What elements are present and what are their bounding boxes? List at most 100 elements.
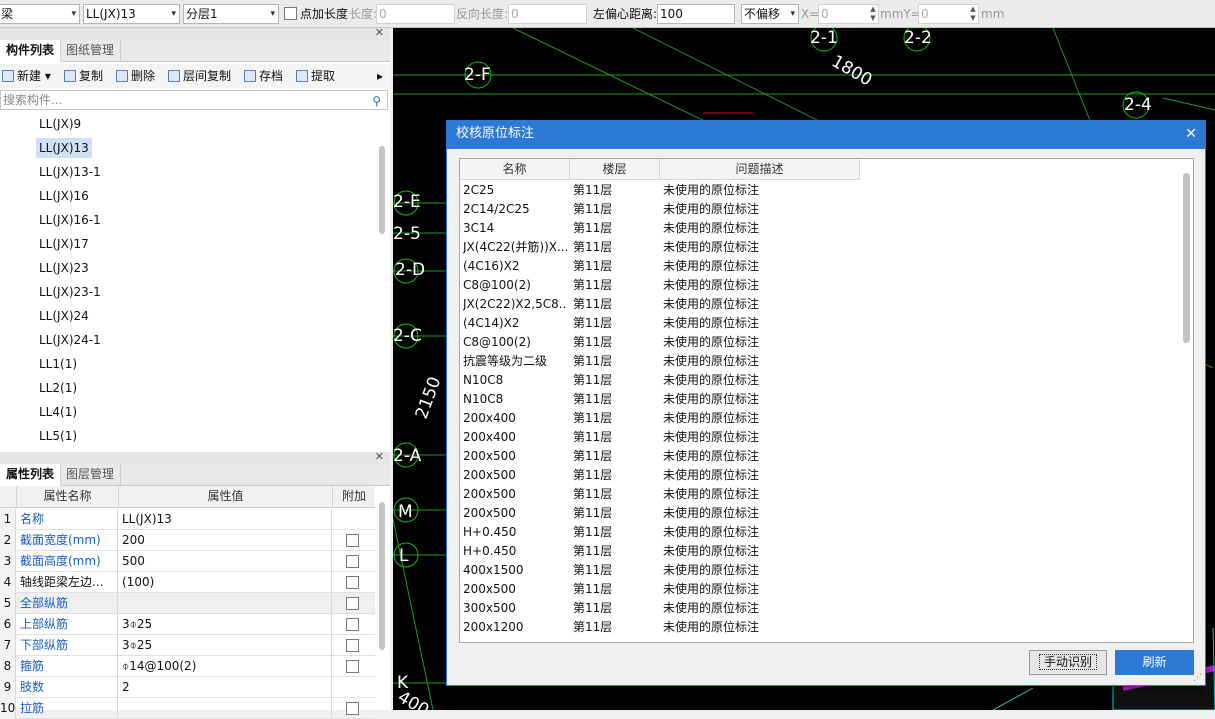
dialog-title-bar[interactable]: 校核原位标注 ✕ — [447, 121, 1205, 149]
issue-row[interactable]: JX(2C22)X2,5C8... 第11层 未使用的原位标注 — [460, 295, 1180, 314]
issue-row[interactable]: 抗震等级为二级 第11层 未使用的原位标注 — [460, 352, 1180, 371]
property-row[interactable]: 3 截面高度(mm) 500 — [0, 551, 375, 572]
issue-list-scrollbar[interactable] — [1183, 173, 1190, 343]
property-row[interactable]: 1 名称 LL(JX)13 — [0, 509, 375, 530]
component-list-item[interactable]: LL(JX)13-1 — [36, 162, 104, 182]
issue-row[interactable]: N10C8 第11层 未使用的原位标注 — [460, 390, 1180, 409]
component-list-item[interactable]: LL(JX)16 — [36, 186, 92, 206]
component-combo[interactable]: LL(JX)13 ▾ — [83, 4, 180, 24]
copy-button[interactable]: 复制 — [64, 68, 103, 84]
issue-row[interactable]: H+0.450 第11层 未使用的原位标注 — [460, 523, 1180, 542]
extra-checkbox[interactable] — [346, 576, 359, 589]
property-value[interactable] — [119, 698, 332, 719]
property-value[interactable] — [119, 593, 332, 614]
property-value[interactable]: 2 — [119, 677, 332, 698]
issue-row[interactable]: 200x500 第11层 未使用的原位标注 — [460, 447, 1180, 466]
issue-row[interactable]: 200x400 第11层 未使用的原位标注 — [460, 428, 1180, 447]
property-row[interactable]: 8 箍筋 ⌽14@100(2) — [0, 656, 375, 677]
column-header-description[interactable]: 问题描述 — [660, 159, 860, 180]
issue-row[interactable]: (4C16)X2 第11层 未使用的原位标注 — [460, 257, 1180, 276]
component-list-item[interactable]: LL(JX)16-1 — [36, 210, 104, 230]
extract-button[interactable]: 提取 — [296, 68, 335, 84]
new-button[interactable]: 新建 ▾ — [2, 68, 51, 84]
component-search-input[interactable]: 搜索构件... ⚲ — [0, 90, 388, 110]
property-row[interactable]: 7 下部纵筋 3⌽25 — [0, 635, 375, 656]
component-list-item[interactable]: LL(JX)9 — [36, 114, 84, 134]
search-icon[interactable]: ⚲ — [372, 92, 381, 110]
spin-arrows-icon[interactable]: ▲ ▼ — [868, 5, 878, 23]
left-offset-input[interactable]: 100 — [657, 4, 735, 24]
extra-checkbox[interactable] — [346, 660, 359, 673]
property-row[interactable]: 9 肢数 2 — [0, 677, 375, 698]
extra-checkbox[interactable] — [346, 597, 359, 610]
issue-row[interactable]: 200x500 第11层 未使用的原位标注 — [460, 504, 1180, 523]
issue-row[interactable]: (4C14)X2 第11层 未使用的原位标注 — [460, 314, 1180, 333]
property-value[interactable]: LL(JX)13 — [119, 509, 332, 530]
x-input[interactable]: 0 ▲ ▼ — [818, 4, 879, 24]
issue-row[interactable]: 400x1500 第11层 未使用的原位标注 — [460, 561, 1180, 580]
property-value[interactable]: 200 — [119, 530, 332, 551]
issue-row[interactable]: 200x500 第11层 未使用的原位标注 — [460, 466, 1180, 485]
issue-row[interactable]: 200x500 第11层 未使用的原位标注 — [460, 485, 1180, 504]
column-header-floor[interactable]: 楼层 — [570, 159, 660, 180]
component-list-scrollbar[interactable] — [379, 146, 385, 234]
component-list-item[interactable]: LL(JX)17 — [36, 234, 92, 254]
component-list-item[interactable]: LL1(1) — [36, 354, 80, 374]
issue-row[interactable]: 3C14 第11层 未使用的原位标注 — [460, 219, 1180, 238]
length-input[interactable]: 0 — [376, 4, 455, 24]
extra-checkbox[interactable] — [346, 534, 359, 547]
issue-row[interactable]: JX(4C22(并筋))X... 第11层 未使用的原位标注 — [460, 238, 1180, 257]
issue-row[interactable]: 200x1200 第11层 未使用的原位标注 — [460, 618, 1180, 637]
manual-identify-button[interactable]: 手动识别 — [1029, 650, 1107, 675]
close-icon[interactable]: ✕ — [1185, 126, 1197, 142]
issue-row[interactable]: C8@100(2) 第11层 未使用的原位标注 — [460, 276, 1180, 295]
point-length-checkbox[interactable] — [284, 7, 297, 20]
reverse-length-input[interactable]: 0 — [508, 4, 587, 24]
property-value[interactable]: ⌽14@100(2) — [119, 656, 332, 677]
issue-row[interactable]: 2C25 第11层 未使用的原位标注 — [460, 181, 1180, 200]
delete-button[interactable]: 删除 — [116, 68, 155, 84]
component-list-item[interactable]: LL(JX)23 — [36, 258, 92, 278]
component-list-item[interactable]: LL(JX)24 — [36, 306, 92, 326]
component-list-item[interactable]: LL4(1) — [36, 402, 80, 422]
more-actions-icon[interactable]: ▸ — [377, 68, 383, 84]
close-icon[interactable]: ✕ — [375, 26, 384, 39]
spin-arrows-icon[interactable]: ▲ ▼ — [968, 5, 978, 23]
extra-checkbox[interactable] — [346, 702, 359, 715]
extra-checkbox[interactable] — [346, 639, 359, 652]
y-input[interactable]: 0 ▲ ▼ — [918, 4, 979, 24]
issue-row[interactable]: 300x500 第11层 未使用的原位标注 — [460, 599, 1180, 618]
issue-row[interactable]: N10C8 第11层 未使用的原位标注 — [460, 371, 1180, 390]
tab-layer-management[interactable]: 图层管理 — [60, 464, 122, 486]
component-list-item[interactable]: LL(JX)23-1 — [36, 282, 104, 302]
column-header-name[interactable]: 名称 — [460, 159, 570, 180]
property-row[interactable]: 4 轴线距梁左边... (100) — [0, 572, 375, 593]
save-button[interactable]: 存档 — [244, 68, 283, 84]
component-list-item[interactable]: LL2(1) — [36, 378, 80, 398]
issue-row[interactable]: 200x400 第11层 未使用的原位标注 — [460, 409, 1180, 428]
issue-row[interactable]: 2C14/2C25 第11层 未使用的原位标注 — [460, 200, 1180, 219]
issue-row[interactable]: 200x500 第11层 未使用的原位标注 — [460, 580, 1180, 599]
property-value[interactable]: 3⌽25 — [119, 614, 332, 635]
property-value[interactable]: (100) — [119, 572, 332, 593]
issue-row[interactable]: H+0.450 第11层 未使用的原位标注 — [460, 542, 1180, 561]
property-row[interactable]: 5 全部纵筋 — [0, 593, 375, 614]
extra-checkbox[interactable] — [346, 555, 359, 568]
property-value[interactable]: 3⌽25 — [119, 635, 332, 656]
property-row[interactable]: 2 截面宽度(mm) 200 — [0, 530, 375, 551]
layer-combo[interactable]: 分层1 ▾ — [183, 4, 279, 24]
component-list-item[interactable]: LL(JX)24-1 — [36, 330, 104, 350]
tab-property-list[interactable]: 属性列表 — [0, 464, 62, 486]
tab-drawing-management[interactable]: 图纸管理 — [60, 40, 122, 62]
component-list-item[interactable]: LL5(1) — [36, 426, 80, 446]
resize-grip-icon[interactable]: ⋰ — [1193, 673, 1202, 683]
offset-mode-combo[interactable]: 不偏移 ▾ — [741, 4, 799, 24]
component-list-item[interactable]: LL(JX)13 — [36, 138, 92, 158]
property-row[interactable]: 6 上部纵筋 3⌽25 — [0, 614, 375, 635]
property-scrollbar[interactable] — [379, 502, 385, 650]
issue-row[interactable]: C8@100(2) 第11层 未使用的原位标注 — [460, 333, 1180, 352]
property-value[interactable]: 500 — [119, 551, 332, 572]
layer-copy-button[interactable]: 层间复制 — [168, 68, 231, 84]
tab-component-list[interactable]: 构件列表 — [0, 40, 62, 62]
type-combo[interactable]: 梁 ▾ — [0, 4, 80, 24]
